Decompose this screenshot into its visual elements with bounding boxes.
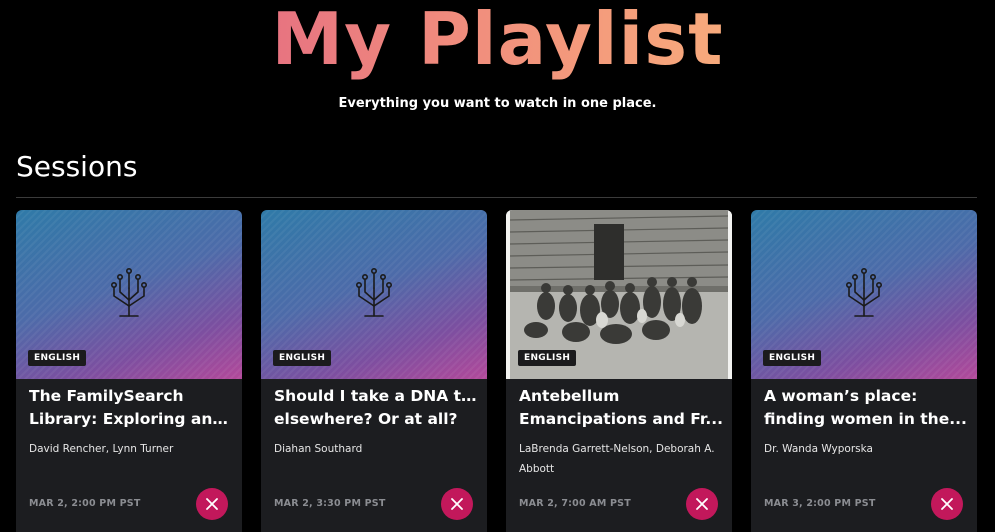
session-card[interactable]: ENGLISH Should I take a DNA test elsewhe…: [261, 210, 487, 532]
session-title-line: The FamilySearch: [29, 387, 184, 405]
language-badge: ENGLISH: [28, 350, 87, 366]
card-thumbnail[interactable]: ENGLISH: [751, 210, 977, 379]
page-title: My Playlist: [0, 0, 995, 84]
session-date: MAR 3, 2:00 PM PST: [764, 498, 876, 509]
close-icon: [941, 498, 953, 510]
close-icon: [206, 498, 218, 510]
session-card[interactable]: ENGLISH A woman’s place: finding women i…: [751, 210, 977, 532]
session-speakers: LaBrenda Garrett-Nelson, Deborah A. Abbo…: [519, 443, 715, 475]
session-title[interactable]: The FamilySearch Library: Exploring and.…: [29, 385, 233, 431]
session-speakers: David Rencher, Lynn Turner: [29, 443, 174, 455]
card-thumbnail[interactable]: ENGLISH: [506, 210, 732, 379]
session-title[interactable]: Antebellum Emancipations and Fr...: [519, 385, 723, 431]
tree-icon: [355, 267, 392, 317]
tree-icon: [845, 267, 882, 317]
session-date: MAR 2, 7:00 AM PST: [519, 498, 631, 509]
session-title-line: Library: Exploring and...: [29, 410, 233, 428]
card-thumbnail[interactable]: ENGLISH: [261, 210, 487, 379]
session-card[interactable]: ENGLISH The FamilySearch Library: Explor…: [16, 210, 242, 532]
close-icon: [451, 498, 463, 510]
session-speakers: Diahan Southard: [274, 443, 363, 455]
tree-icon: [110, 267, 147, 317]
session-date: MAR 2, 2:00 PM PST: [29, 498, 141, 509]
session-title-line: Emancipations and Fr...: [519, 410, 723, 428]
language-badge: ENGLISH: [518, 350, 577, 366]
session-title-line: Antebellum: [519, 387, 620, 405]
remove-from-playlist-button[interactable]: [196, 488, 228, 520]
language-badge: ENGLISH: [273, 350, 332, 366]
remove-from-playlist-button[interactable]: [931, 488, 963, 520]
session-speakers: Dr. Wanda Wyporska: [764, 443, 873, 455]
session-title-line: A woman’s place:: [764, 387, 918, 405]
page-header: My Playlist Everything you want to watch…: [0, 0, 995, 140]
remove-from-playlist-button[interactable]: [686, 488, 718, 520]
session-title-line: Should I take a DNA test: [274, 387, 478, 405]
page-subtitle: Everything you want to watch in one plac…: [338, 96, 657, 111]
session-card[interactable]: ENGLISH Antebellum Emancipations and Fr.…: [506, 210, 732, 532]
section-divider: [16, 197, 977, 198]
session-title[interactable]: Should I take a DNA test elsewhere? Or a…: [274, 385, 478, 431]
card-thumbnail[interactable]: ENGLISH: [16, 210, 242, 379]
close-icon: [696, 498, 708, 510]
section-title: Sessions: [16, 150, 138, 183]
session-date: MAR 2, 3:30 PM PST: [274, 498, 386, 509]
session-title[interactable]: A woman’s place: finding women in the...: [764, 385, 968, 431]
remove-from-playlist-button[interactable]: [441, 488, 473, 520]
session-card-list: ENGLISH The FamilySearch Library: Explor…: [16, 210, 977, 532]
session-title-line: finding women in the...: [764, 410, 967, 428]
language-badge: ENGLISH: [763, 350, 822, 366]
session-title-line: elsewhere? Or at all?: [274, 410, 458, 428]
